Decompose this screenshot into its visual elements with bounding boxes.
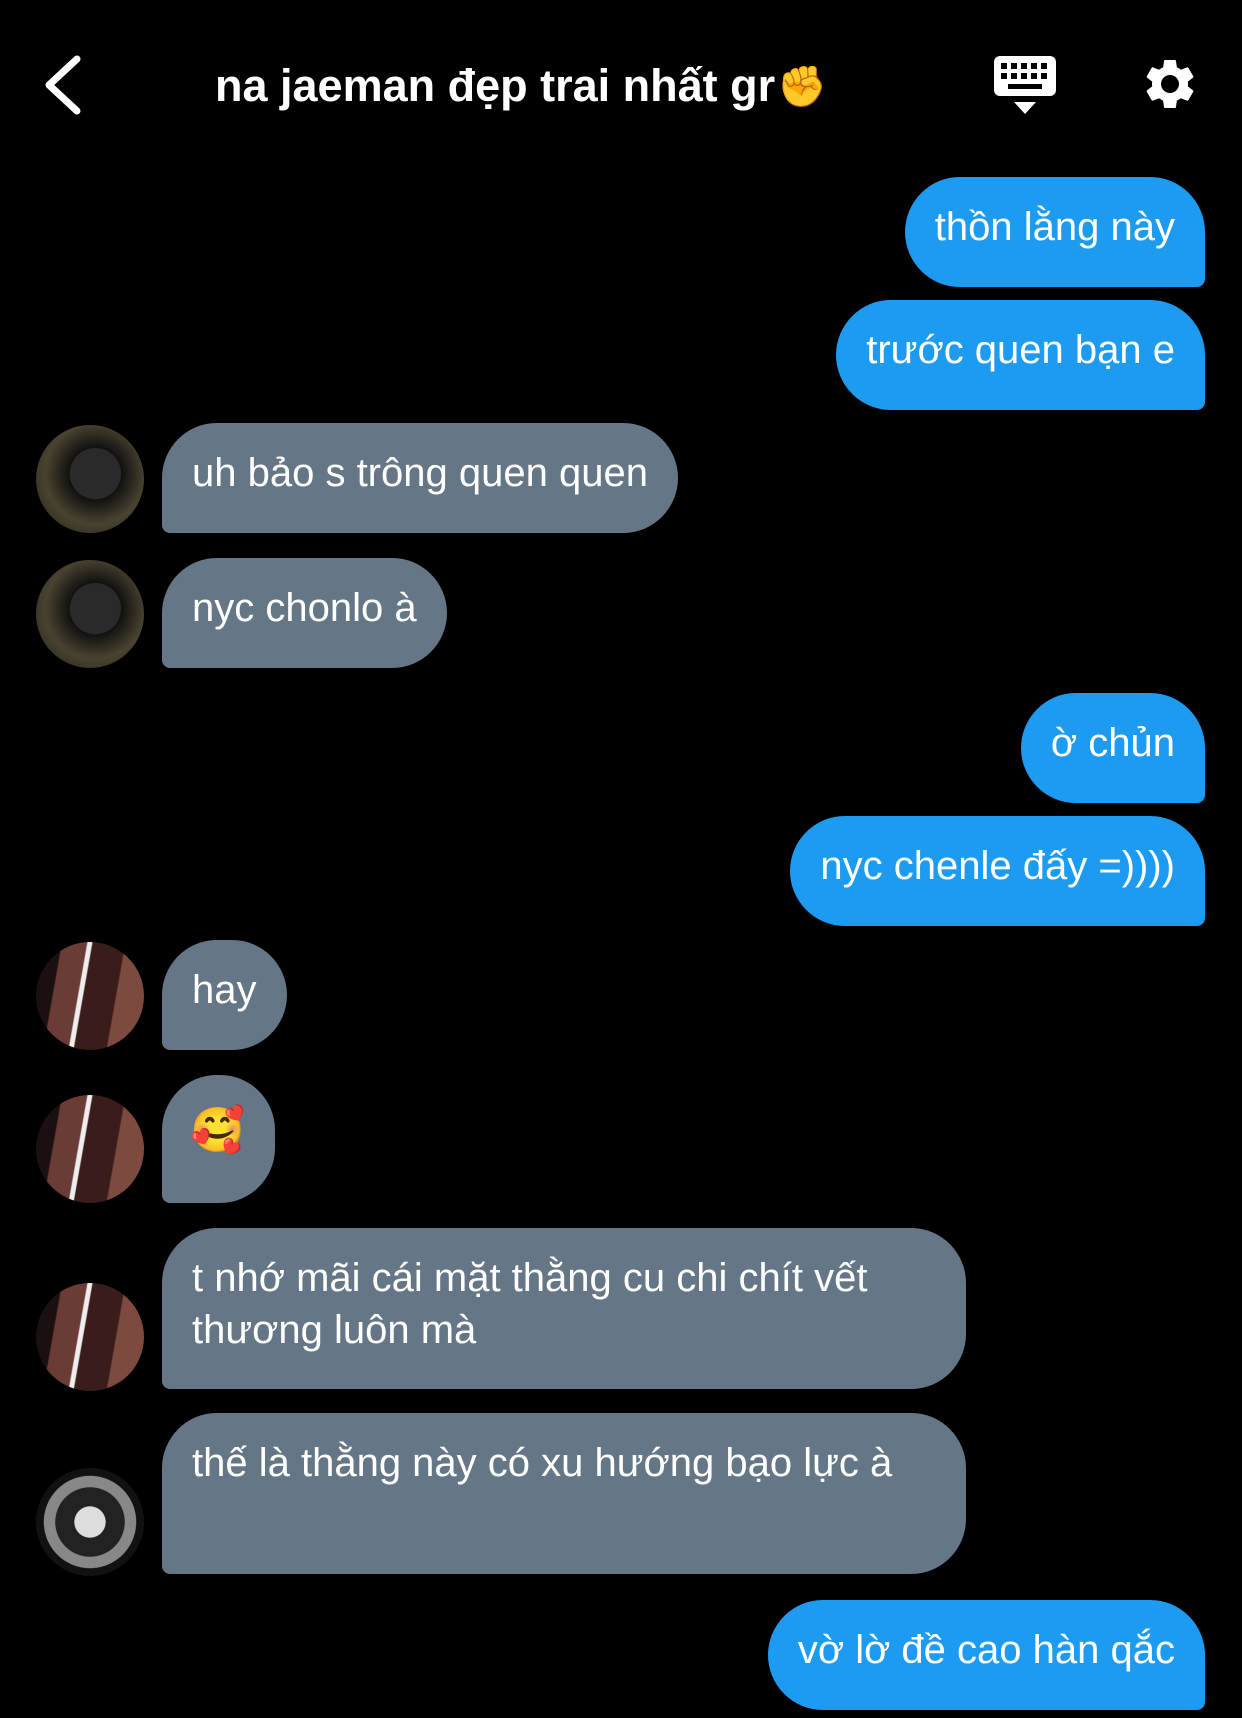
- message-row: nyc chenle đấy =)))): [790, 816, 1205, 926]
- outgoing-message-bubble[interactable]: trước quen bạn e: [836, 300, 1205, 410]
- message-row: thồn lằng này: [904, 177, 1205, 287]
- incoming-message-bubble[interactable]: t nhớ mãi cái mặt thằng cu chi chít vết …: [162, 1228, 966, 1389]
- avatar[interactable]: [36, 942, 144, 1050]
- incoming-message-bubble[interactable]: nyc chonlo à: [162, 558, 447, 668]
- message-row: uh bảo s trông quen quen: [162, 423, 678, 533]
- avatar[interactable]: [36, 425, 144, 533]
- outgoing-message-bubble[interactable]: nyc chenle đấy =)))): [790, 816, 1205, 926]
- avatar[interactable]: [36, 1283, 144, 1391]
- outgoing-message-bubble[interactable]: ờ chủn: [1020, 693, 1205, 803]
- outgoing-message-bubble[interactable]: vờ lờ đề cao hàn qắc: [767, 1600, 1205, 1710]
- avatar[interactable]: [36, 560, 144, 668]
- avatar[interactable]: [36, 1468, 144, 1576]
- message-row: vờ lờ đề cao hàn qắc: [767, 1600, 1205, 1710]
- incoming-message-bubble[interactable]: uh bảo s trông quen quen: [162, 423, 678, 533]
- message-row: nyc chonlo à: [162, 558, 447, 668]
- message-row: ờ chủn: [1020, 693, 1205, 803]
- message-list[interactable]: thồn lằng này trước quen bạn e uh bảo s …: [0, 0, 1242, 1718]
- message-row: hay: [162, 940, 287, 1050]
- incoming-message-bubble[interactable]: thế là thằng này có xu hướng bạo lực à: [162, 1413, 966, 1574]
- incoming-message-bubble[interactable]: 🥰: [162, 1075, 275, 1203]
- message-row: trước quen bạn e: [836, 300, 1205, 410]
- incoming-message-bubble[interactable]: hay: [162, 940, 287, 1050]
- message-row: thế là thằng này có xu hướng bạo lực à: [162, 1413, 966, 1574]
- outgoing-message-bubble[interactable]: thồn lằng này: [904, 177, 1205, 287]
- message-row: t nhớ mãi cái mặt thằng cu chi chít vết …: [162, 1228, 966, 1389]
- message-row: 🥰: [162, 1075, 275, 1203]
- avatar[interactable]: [36, 1095, 144, 1203]
